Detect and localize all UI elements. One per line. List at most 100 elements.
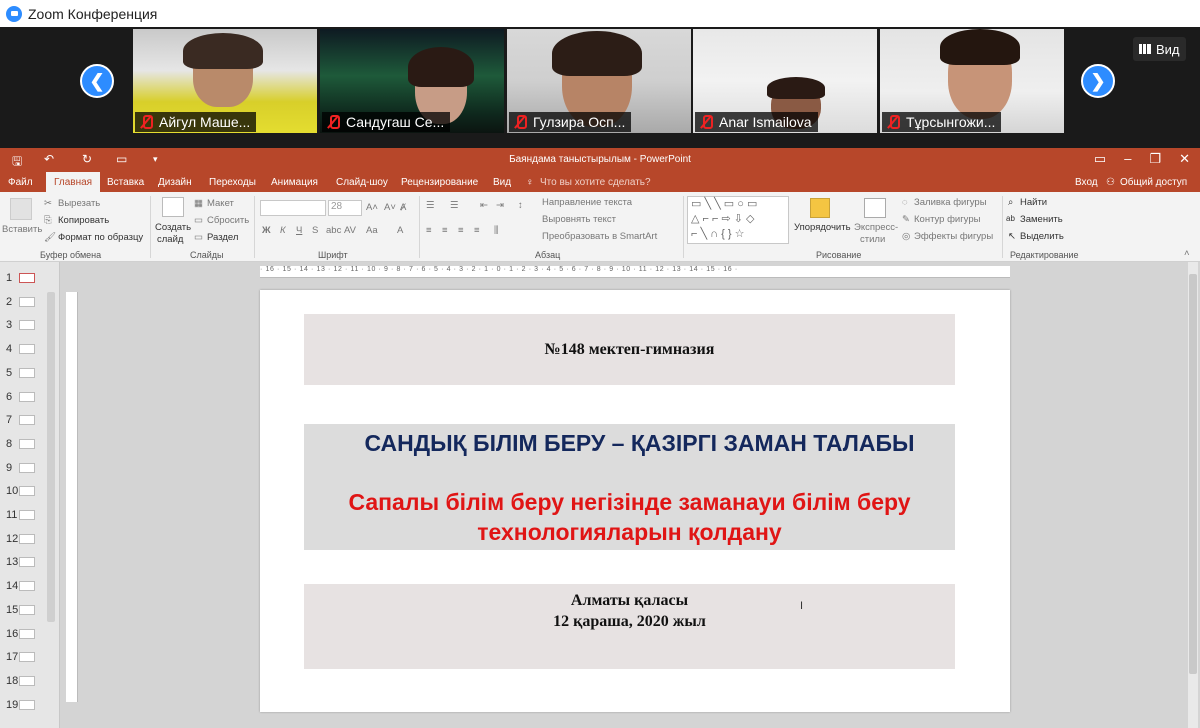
sign-in-link[interactable]: Вход xyxy=(1075,177,1098,188)
font-name-box[interactable] xyxy=(260,200,326,216)
tab-view[interactable]: Вид xyxy=(493,177,511,188)
arrange-button[interactable]: Упорядочить xyxy=(794,222,851,233)
convert-smartart-button[interactable]: Преобразовать в SmartArt xyxy=(542,231,657,242)
spacing-icon[interactable]: AV xyxy=(344,225,356,236)
reset-button[interactable]: Сбросить xyxy=(207,215,249,226)
tab-insert[interactable]: Вставка xyxy=(107,177,144,188)
slide-preview xyxy=(19,699,35,710)
numbering-icon[interactable]: ☰ xyxy=(450,200,459,211)
format-painter-button[interactable]: Формат по образцу xyxy=(58,232,143,243)
slide-thumbnail[interactable]: 19 xyxy=(0,695,60,715)
line-spacing-icon[interactable]: ↕ xyxy=(518,200,523,211)
tab-home[interactable]: Главная xyxy=(46,172,101,192)
shapes-gallery[interactable]: ▭ ╲ ╲ ▭ ○ ▭ △ ⌐ ⌐ ⇨ ⇩ ◇ ⌐ ╲ ∩ { } ☆ xyxy=(687,196,789,244)
footer-text-box[interactable]: Алматы қаласы 12 қараша, 2020 жыл xyxy=(304,584,955,669)
shrink-font-icon[interactable]: A˅ xyxy=(384,202,396,213)
paste-icon[interactable] xyxy=(10,198,32,220)
minimize-icon[interactable]: – xyxy=(1124,151,1131,167)
arrange-icon[interactable] xyxy=(810,198,830,218)
zoom-logo-icon xyxy=(6,5,22,22)
participant-tile[interactable]: Тұрсынгожи... xyxy=(880,29,1064,133)
align-right-icon[interactable]: ≡ xyxy=(458,225,464,236)
slide-thumbnail[interactable]: 1 xyxy=(0,268,60,288)
paste-button[interactable]: Вставить xyxy=(2,224,42,235)
participant-tile[interactable]: Айгул Маше... xyxy=(133,29,317,133)
tab-animations[interactable]: Анимация xyxy=(271,177,318,188)
slides-group-label: Слайды xyxy=(190,250,224,260)
next-page-button[interactable]: ❯ xyxy=(1081,64,1115,98)
title-text-box[interactable]: САНДЫҚ БІЛІМ БЕРУ – ҚАЗІРГІ ЗАМАН ТАЛАБЫ… xyxy=(304,424,955,550)
bullets-icon[interactable]: ☰ xyxy=(426,200,435,211)
tell-me-box[interactable]: Что вы хотите сделать? xyxy=(540,177,651,188)
change-case-icon[interactable]: Aa xyxy=(366,225,378,236)
new-slide-icon[interactable] xyxy=(162,197,184,217)
font-size-box[interactable]: 28 xyxy=(328,200,362,216)
tab-transitions[interactable]: Переходы xyxy=(209,177,256,188)
new-slide-label: слайд xyxy=(157,234,184,245)
quick-styles-button[interactable]: Экспресс- xyxy=(854,222,898,233)
school-text-box[interactable]: №148 мектеп-гимназия xyxy=(304,314,955,385)
zoom-title-bar: Zoom Конференция xyxy=(0,0,1200,27)
strikethrough-icon[interactable]: abc xyxy=(326,225,341,236)
layout-button[interactable]: Макет xyxy=(207,198,234,209)
share-button[interactable]: Общий доступ xyxy=(1120,177,1187,188)
slide-preview xyxy=(19,604,35,615)
slide-canvas[interactable]: №148 мектеп-гимназия САНДЫҚ БІЛІМ БЕРУ –… xyxy=(260,290,1010,712)
cut-button[interactable]: Вырезать xyxy=(58,198,100,209)
increase-indent-icon[interactable]: ⇥ xyxy=(496,200,504,211)
copy-icon: ⎘ xyxy=(44,215,52,226)
slide-number: 11 xyxy=(6,509,18,521)
italic-icon[interactable]: К xyxy=(280,225,286,236)
tab-design[interactable]: Дизайн xyxy=(158,177,192,188)
font-color-icon[interactable]: A xyxy=(397,225,403,236)
copy-button[interactable]: Копировать xyxy=(58,215,109,226)
scrollbar-thumb[interactable] xyxy=(1189,274,1197,674)
participant-name-label: Гулзира Осп... xyxy=(509,112,632,132)
slide-thumbnail[interactable]: 16 xyxy=(0,624,60,644)
city-text: Алматы қаласы xyxy=(570,592,689,609)
participant-tile[interactable]: Сандугаш Се... xyxy=(320,29,504,133)
slide-thumbnail[interactable]: 17 xyxy=(0,647,60,667)
tab-file[interactable]: Файл xyxy=(8,177,33,188)
replace-button[interactable]: Заменить xyxy=(1020,214,1063,225)
clear-format-icon[interactable]: Ⱥ xyxy=(400,202,406,213)
slide-preview xyxy=(19,415,35,426)
shadow-icon[interactable]: S xyxy=(312,225,318,236)
underline-icon[interactable]: Ч xyxy=(296,225,302,236)
find-button[interactable]: Найти xyxy=(1020,197,1047,208)
quick-styles-icon[interactable] xyxy=(864,198,886,218)
slide-preview xyxy=(19,320,35,331)
shape-fill-button[interactable]: Заливка фигуры xyxy=(914,197,987,208)
decrease-indent-icon[interactable]: ⇤ xyxy=(480,200,488,211)
slide-number: 15 xyxy=(6,603,19,616)
participant-tile[interactable]: Anar Ismailova xyxy=(693,29,877,133)
shape-effects-button[interactable]: Эффекты фигуры xyxy=(914,231,993,242)
grow-font-icon[interactable]: A˄ xyxy=(366,202,378,213)
text-direction-button[interactable]: Направление текста xyxy=(542,197,632,208)
align-center-icon[interactable]: ≡ xyxy=(442,225,448,236)
select-button[interactable]: Выделить xyxy=(1020,231,1064,242)
bold-icon[interactable]: Ж xyxy=(262,225,271,236)
section-button[interactable]: Раздел xyxy=(207,232,238,243)
tab-slideshow[interactable]: Слайд-шоу xyxy=(336,177,388,188)
tab-review[interactable]: Рецензирование xyxy=(401,177,478,188)
collapse-ribbon-icon[interactable]: ˄ xyxy=(1184,248,1190,259)
participant-tile[interactable]: Гулзира Осп... xyxy=(507,29,691,133)
close-icon[interactable]: ✕ xyxy=(1179,151,1190,167)
new-slide-button[interactable]: Создать xyxy=(155,222,191,233)
align-left-icon[interactable]: ≡ xyxy=(426,225,432,236)
previous-page-button[interactable]: ❮ xyxy=(80,64,114,98)
view-button[interactable]: Вид xyxy=(1133,37,1186,61)
columns-icon[interactable]: ⫼ xyxy=(494,225,498,236)
thumbnails-scrollbar[interactable] xyxy=(47,292,55,622)
slide-thumbnail[interactable]: 18 xyxy=(0,671,60,691)
shape-outline-button[interactable]: Контур фигуры xyxy=(914,214,980,225)
slide-number: 12 xyxy=(6,532,19,545)
align-text-button[interactable]: Выровнять текст xyxy=(542,214,616,225)
restore-icon[interactable]: ❐ xyxy=(1149,151,1161,167)
ribbon-display-icon[interactable]: ▭ xyxy=(1094,151,1106,167)
vertical-scrollbar[interactable] xyxy=(1188,262,1198,728)
justify-icon[interactable]: ≡ xyxy=(474,225,480,236)
muted-mic-icon xyxy=(513,115,527,129)
slide-subtitle-line2: технологияларын қолдану xyxy=(477,519,782,545)
